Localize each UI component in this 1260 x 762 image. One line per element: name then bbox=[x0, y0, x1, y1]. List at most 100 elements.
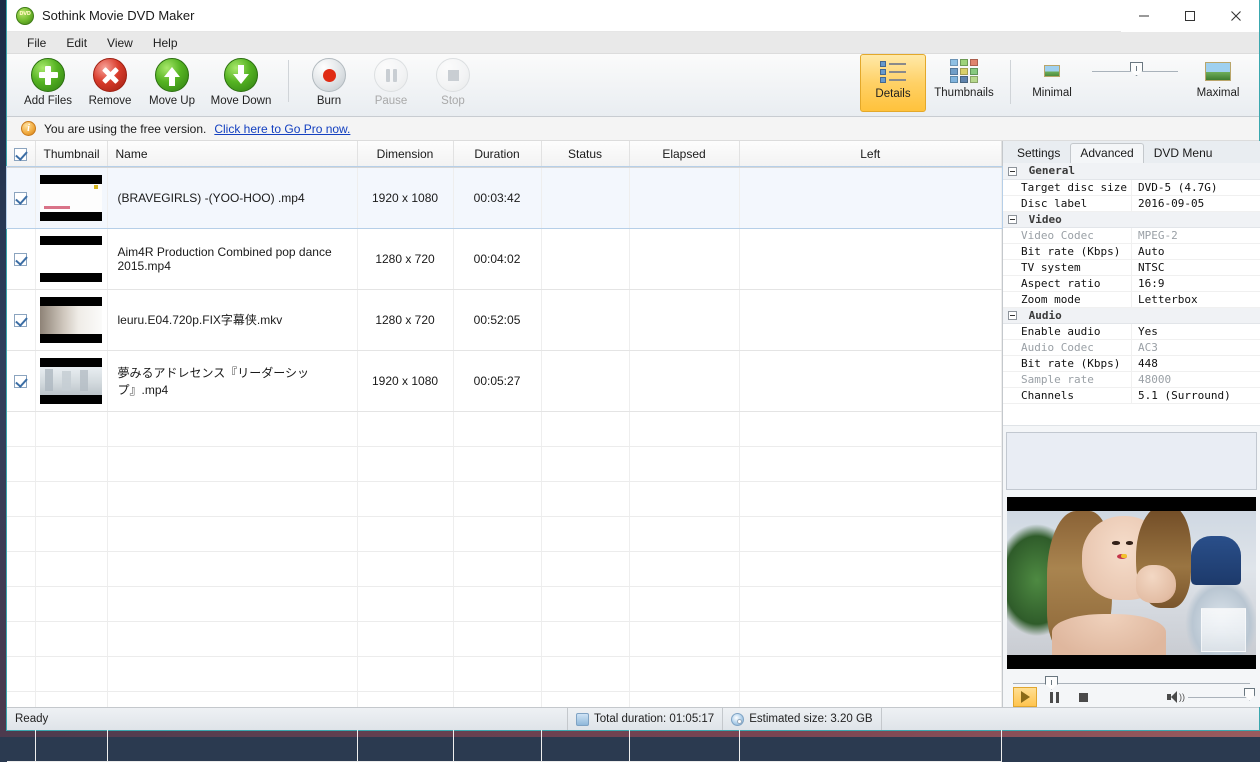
grid-thumbnails-icon bbox=[950, 59, 978, 83]
property-row[interactable]: Channels 5.1 (Surround) bbox=[1003, 387, 1260, 403]
property-value[interactable]: 5.1 (Surround) bbox=[1132, 387, 1260, 403]
video-preview[interactable] bbox=[1007, 497, 1256, 669]
view-mode-thumbnails[interactable]: Thumbnails bbox=[926, 54, 1002, 112]
menu-item-view[interactable]: View bbox=[97, 34, 143, 52]
menu-item-edit[interactable]: Edit bbox=[56, 34, 97, 52]
right-panel-tabs: Settings Advanced DVD Menu bbox=[1003, 141, 1260, 163]
property-row: Audio Codec AC3 bbox=[1003, 339, 1260, 355]
property-value[interactable]: 448 bbox=[1132, 355, 1260, 371]
estimated-size-text: Estimated size: 3.20 GB bbox=[749, 713, 872, 725]
column-header-thumbnail[interactable]: Thumbnail bbox=[35, 141, 107, 167]
slider-track[interactable] bbox=[1092, 71, 1178, 72]
select-all-header[interactable] bbox=[7, 141, 35, 167]
property-row[interactable]: Aspect ratio 16:9 bbox=[1003, 275, 1260, 291]
table-row[interactable]: 夢みるアドレセンス『リーダーシップ』.mp4 1920 x 1080 00:05… bbox=[7, 350, 1002, 411]
table-row[interactable]: Aim4R Production Combined pop dance 2015… bbox=[7, 228, 1002, 289]
toolbar-divider bbox=[288, 60, 289, 102]
move-down-button[interactable]: Move Down bbox=[203, 54, 279, 116]
property-value[interactable]: 2016-09-05 bbox=[1132, 195, 1260, 211]
tab-settings[interactable]: Settings bbox=[1007, 143, 1070, 163]
column-header-left[interactable]: Left bbox=[739, 141, 1001, 167]
row-checkbox[interactable] bbox=[14, 253, 27, 266]
slider-handle[interactable] bbox=[1130, 62, 1143, 76]
property-row[interactable]: Enable audio Yes bbox=[1003, 323, 1260, 339]
property-row[interactable]: Bit rate (Kbps) Auto bbox=[1003, 243, 1260, 259]
column-header-duration[interactable]: Duration bbox=[453, 141, 541, 167]
go-pro-link[interactable]: Click here to Go Pro now. bbox=[214, 122, 350, 136]
add-files-button[interactable]: Add Files bbox=[17, 54, 79, 116]
column-header-name[interactable]: Name bbox=[107, 141, 357, 167]
play-icon[interactable] bbox=[1013, 687, 1037, 707]
property-value[interactable]: Auto bbox=[1132, 243, 1260, 259]
empty-row[interactable] bbox=[7, 586, 1002, 621]
property-value[interactable]: DVD-5 (4.7G) bbox=[1132, 179, 1260, 195]
group-audio[interactable]: Audio bbox=[1003, 307, 1260, 323]
menu-item-help[interactable]: Help bbox=[143, 34, 188, 52]
property-value[interactable]: 16:9 bbox=[1132, 275, 1260, 291]
row-checkbox[interactable] bbox=[14, 192, 27, 205]
empty-row[interactable] bbox=[7, 551, 1002, 586]
collapse-icon[interactable] bbox=[1008, 167, 1017, 176]
empty-row[interactable] bbox=[7, 621, 1002, 656]
empty-row[interactable] bbox=[7, 656, 1002, 691]
empty-row[interactable] bbox=[7, 726, 1002, 761]
tab-advanced[interactable]: Advanced bbox=[1070, 143, 1143, 163]
maximize-icon[interactable] bbox=[1167, 0, 1213, 32]
volume-track[interactable] bbox=[1188, 697, 1250, 698]
pause-icon[interactable] bbox=[1042, 687, 1066, 707]
select-all-checkbox[interactable] bbox=[14, 148, 27, 161]
empty-row[interactable] bbox=[7, 481, 1002, 516]
column-header-dimension[interactable]: Dimension bbox=[357, 141, 453, 167]
row-checkbox-cell[interactable] bbox=[7, 350, 35, 411]
right-panel: Settings Advanced DVD Menu General Targe… bbox=[1003, 141, 1260, 707]
property-row[interactable]: Zoom mode Letterbox bbox=[1003, 291, 1260, 307]
row-left bbox=[739, 228, 1001, 289]
tab-dvd-menu[interactable]: DVD Menu bbox=[1144, 143, 1223, 163]
table-row[interactable]: (BRAVEGIRLS) -(YOO-HOO) .mp4 1920 x 1080… bbox=[7, 167, 1002, 228]
resize-grip[interactable] bbox=[1242, 712, 1256, 726]
empty-row[interactable] bbox=[7, 446, 1002, 481]
column-header-status[interactable]: Status bbox=[541, 141, 629, 167]
status-estimated-size: Estimated size: 3.20 GB bbox=[723, 708, 880, 730]
group-video[interactable]: Video bbox=[1003, 211, 1260, 227]
seek-bar[interactable] bbox=[1013, 677, 1250, 682]
property-row[interactable]: Disc label 2016-09-05 bbox=[1003, 195, 1260, 211]
empty-row[interactable] bbox=[7, 411, 1002, 446]
property-value[interactable]: Letterbox bbox=[1132, 291, 1260, 307]
speaker-icon[interactable]: )) bbox=[1167, 691, 1181, 703]
property-row[interactable]: Bit rate (Kbps) 448 bbox=[1003, 355, 1260, 371]
size-maximal[interactable]: Maximal bbox=[1185, 54, 1251, 112]
collapse-icon[interactable] bbox=[1008, 311, 1017, 320]
volume-handle[interactable] bbox=[1244, 688, 1255, 701]
table-row[interactable]: leuru.E04.720p.FIX字幕侠.mkv 1280 x 720 00:… bbox=[7, 289, 1002, 350]
menu-item-file[interactable]: File bbox=[17, 34, 56, 52]
close-icon[interactable] bbox=[1213, 0, 1259, 32]
thumbnail-size-slider[interactable] bbox=[1085, 54, 1185, 112]
view-mode-details[interactable]: Details bbox=[860, 54, 926, 112]
empty-row[interactable] bbox=[7, 516, 1002, 551]
collapse-icon[interactable] bbox=[1008, 215, 1017, 224]
details-label: Details bbox=[875, 88, 910, 100]
row-checkbox-cell[interactable] bbox=[7, 228, 35, 289]
burn-button[interactable]: Burn bbox=[298, 54, 360, 116]
pause-button[interactable]: Pause bbox=[360, 54, 422, 116]
move-up-button[interactable]: Move Up bbox=[141, 54, 203, 116]
row-checkbox-cell[interactable] bbox=[7, 289, 35, 350]
property-value[interactable]: NTSC bbox=[1132, 259, 1260, 275]
stop-button[interactable]: Stop bbox=[422, 54, 484, 116]
row-dimension: 1920 x 1080 bbox=[357, 167, 453, 228]
property-row[interactable]: Target disc size DVD-5 (4.7G) bbox=[1003, 179, 1260, 195]
row-checkbox[interactable] bbox=[14, 314, 27, 327]
title-bar: Sothink Movie DVD Maker bbox=[7, 0, 1259, 32]
property-value[interactable]: Yes bbox=[1132, 323, 1260, 339]
remove-button[interactable]: Remove bbox=[79, 54, 141, 116]
stop-icon[interactable] bbox=[1071, 687, 1095, 707]
row-checkbox[interactable] bbox=[14, 375, 27, 388]
row-checkbox-cell[interactable] bbox=[7, 167, 35, 228]
group-general[interactable]: General bbox=[1003, 163, 1260, 179]
size-minimal[interactable]: Minimal bbox=[1019, 54, 1085, 112]
minimize-icon[interactable] bbox=[1121, 0, 1167, 32]
column-header-elapsed[interactable]: Elapsed bbox=[629, 141, 739, 167]
property-row[interactable]: TV system NTSC bbox=[1003, 259, 1260, 275]
x-circle-icon bbox=[93, 58, 127, 92]
